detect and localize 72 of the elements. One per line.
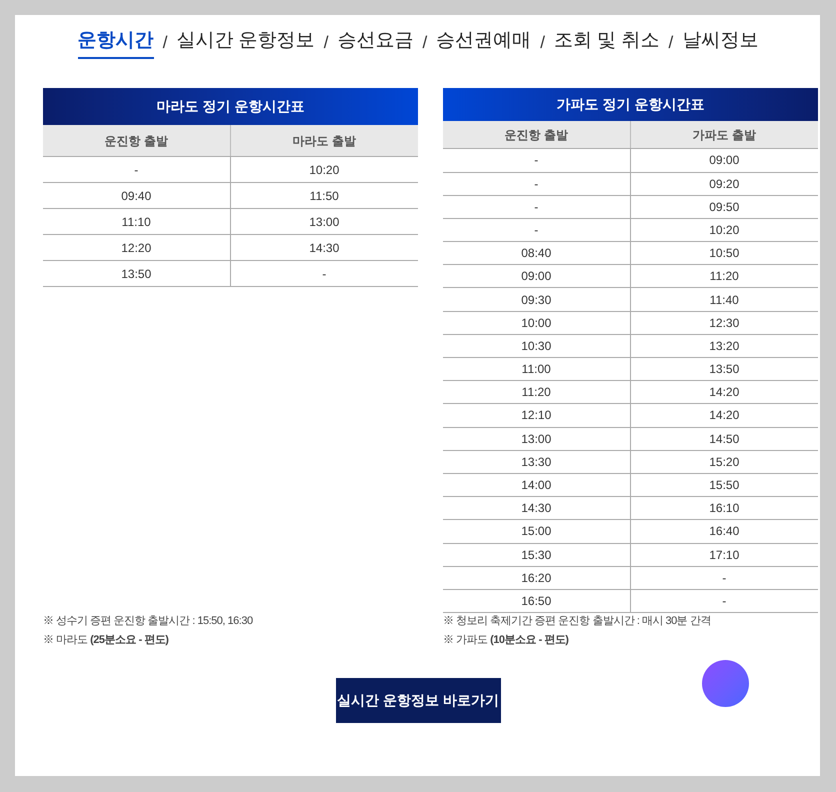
table-cell-text: - — [321, 266, 328, 282]
table-cell: - — [443, 196, 630, 218]
table-cell-text: 13:50 — [708, 361, 740, 378]
note-text: ※ 성수기 증편 운진항 출발시간 : 15:50, 16:30 — [43, 614, 254, 629]
table-cell: 13:50 — [43, 261, 230, 286]
table-cell: 14:30 — [443, 497, 630, 520]
table-cell: 10:00 — [443, 312, 630, 334]
nav-tab[interactable]: 실시간 운항정보 — [176, 27, 315, 59]
table-cell-text: 13:20 — [708, 338, 740, 355]
table-cell-text: 10:20 — [708, 222, 740, 239]
realtime-info-button[interactable]: 실시간 운항정보 바로가기 — [336, 678, 500, 723]
table-cell: 14:00 — [443, 474, 630, 496]
table-cell: 12:20 — [43, 235, 230, 260]
table-cell: 11:00 — [443, 358, 630, 380]
table-cell: 11:20 — [443, 381, 630, 404]
table-cell-text: 10:50 — [708, 245, 740, 262]
table-cell: - — [443, 172, 630, 195]
table-cell: 13:00 — [443, 428, 630, 450]
table-cell-text: - — [721, 592, 728, 610]
table-cell: - — [43, 157, 230, 182]
nav-tab[interactable]: 조회 및 취소 — [554, 27, 660, 59]
table-cell-text: - — [721, 570, 728, 587]
table-cell: 15:30 — [443, 544, 630, 566]
nav-tab[interactable]: 승선권예매 — [436, 27, 532, 59]
table-cell-text: 13:00 — [308, 214, 340, 230]
table-cell-text: 14:20 — [708, 384, 740, 402]
nav-tab[interactable]: 날씨정보 — [682, 27, 758, 59]
table-cell-text: 16:40 — [708, 523, 740, 540]
nav-separator: / — [324, 32, 328, 54]
table-cell: 09:40 — [43, 183, 230, 208]
table-cell: 08:40 — [443, 242, 630, 264]
table-cell: 13:30 — [443, 450, 630, 473]
nav-separator: / — [422, 32, 428, 54]
table-cell: 15:00 — [443, 520, 630, 543]
table-cell: 12:10 — [443, 404, 630, 427]
nav-tab[interactable]: 운항시간 — [78, 27, 154, 59]
column-header: 마라도 출발 — [292, 132, 357, 150]
nav-tab[interactable]: 승선요금 — [337, 27, 414, 59]
table-cell: 09:30 — [443, 288, 630, 311]
table-cell: 16:50 — [443, 590, 630, 612]
table-cell-text: 10:20 — [308, 162, 340, 178]
column-header: 가파도 출발 — [692, 126, 757, 144]
nav-separator: / — [540, 32, 545, 54]
table-cell-text: 09:50 — [708, 198, 740, 216]
table-cell-text: 11:40 — [708, 292, 740, 309]
table-cell-text: 14:50 — [708, 430, 740, 448]
nav-separator: / — [162, 32, 168, 54]
table-cell-text: 14:20 — [708, 407, 740, 424]
table-cell-text: 09:20 — [708, 176, 740, 193]
column-header: 운진항 출발 — [43, 125, 230, 156]
table-title: 마라도 정기 운항시간표 — [43, 88, 418, 125]
note-text: ※ 청보리 축제기간 증편 운진항 출발시간 : 매시 30분 간격 — [443, 614, 712, 630]
table-cell: 16:20 — [443, 566, 630, 589]
table-cell-text: 09:00 — [708, 152, 740, 170]
table-cell: 10:30 — [443, 334, 630, 358]
table-cell: 09:00 — [443, 265, 630, 288]
table-title: 가파도 정기 운항시간표 — [443, 88, 818, 121]
table-cell-text: 11:50 — [308, 188, 340, 204]
note-text: ※ 가파도 (10분소요 - 편도) — [443, 632, 570, 648]
table-cell-text: 12:30 — [708, 314, 740, 332]
table-cell-text: 14:30 — [308, 240, 340, 256]
table-cell-text: 15:20 — [708, 454, 740, 471]
table-cell: - — [443, 218, 630, 242]
table-cell: - — [443, 149, 630, 172]
nav-separator: / — [668, 32, 674, 54]
table-cell: 11:10 — [43, 209, 230, 234]
table-cell-text: 15:50 — [708, 477, 740, 494]
note-text: ※ 마라도 (25분소요 - 편도) — [43, 632, 170, 648]
column-header: 운진항 출발 — [443, 120, 630, 148]
table-cell-text: 16:10 — [708, 500, 740, 518]
table-cell-text: 17:10 — [708, 546, 740, 564]
table-cell-text: 11:20 — [708, 268, 740, 286]
